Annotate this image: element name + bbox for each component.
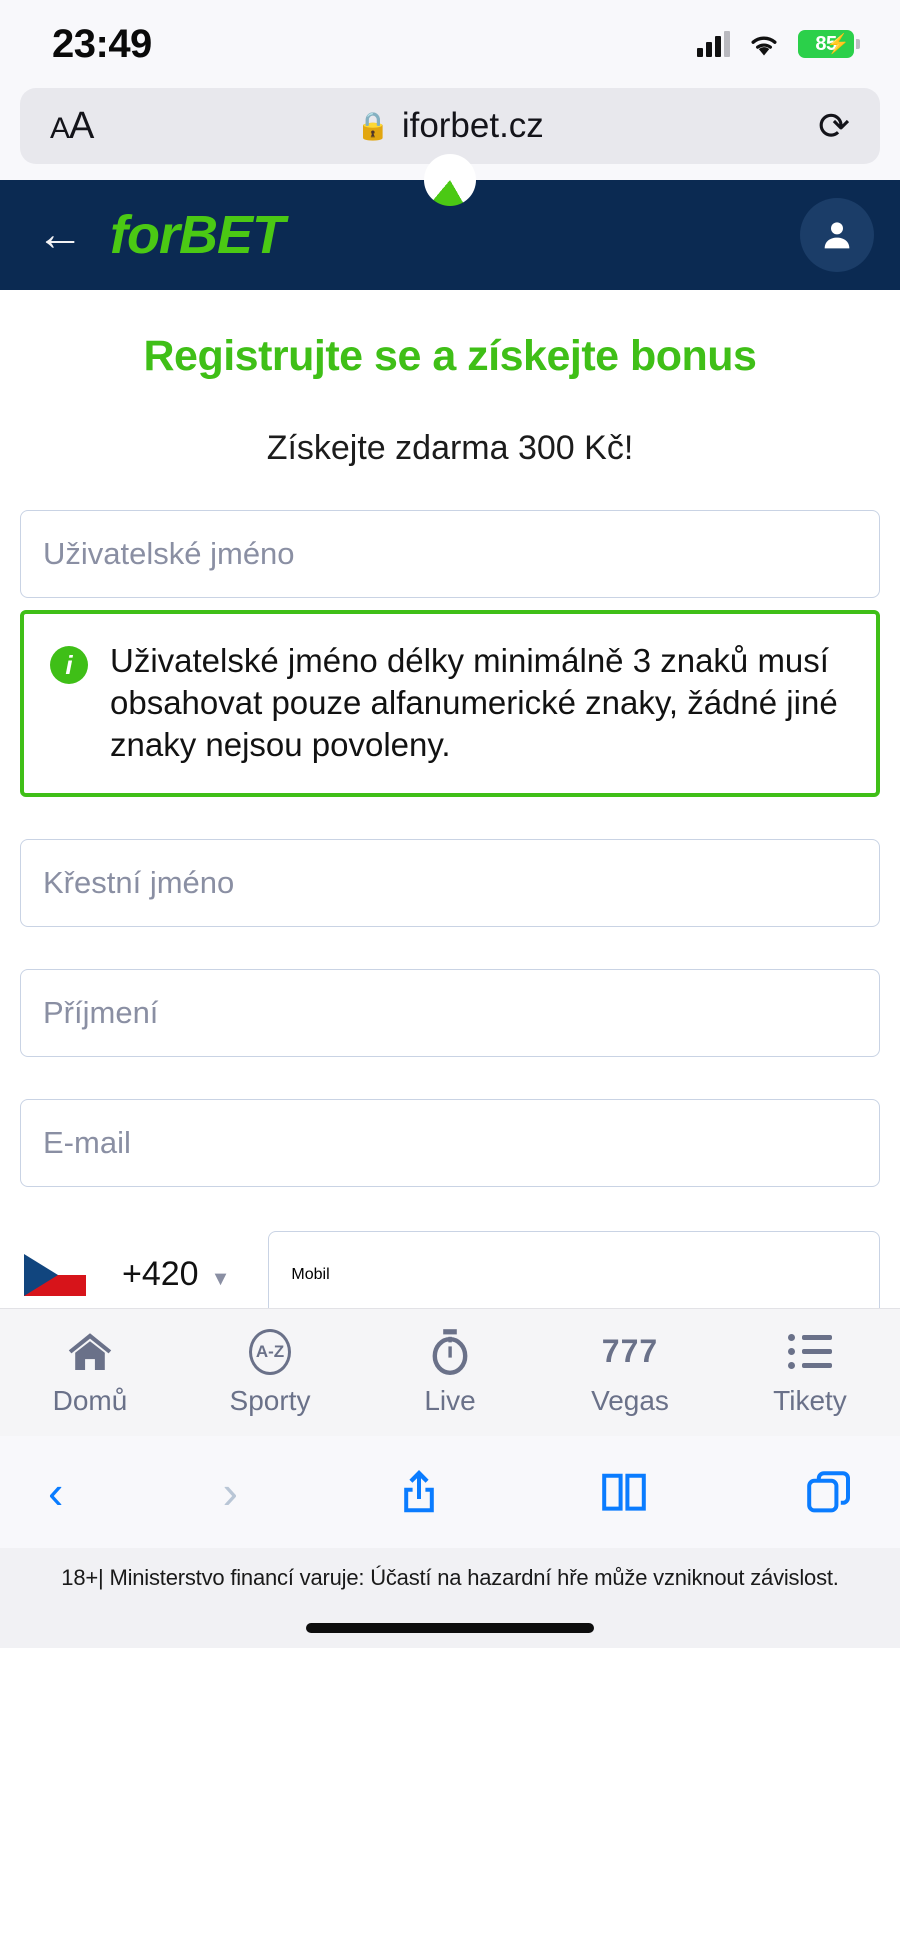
info-icon: i [50, 646, 88, 684]
email-placeholder: E-mail [43, 1124, 131, 1160]
safari-toolbar: ‹ › [0, 1436, 900, 1548]
logo-text-for: for [110, 205, 180, 265]
dial-code-selector[interactable]: +420 ▼ [122, 1255, 230, 1294]
mobile-placeholder: Mobil [291, 1265, 330, 1283]
account-button[interactable] [800, 198, 874, 272]
lightning-bolt-icon: ⚡ [826, 34, 850, 55]
home-indicator[interactable] [306, 1623, 594, 1633]
nav-label-vegas: Vegas [591, 1384, 669, 1416]
battery-indicator: 85 ⚡ [798, 30, 860, 58]
username-field[interactable]: Uživatelské jméno [20, 510, 880, 598]
chevron-down-icon: ▼ [210, 1268, 231, 1291]
username-info-box: i Uživatelské jméno délky minimálně 3 zn… [20, 610, 880, 797]
regulatory-disclaimer: 18+| Ministerstvo financí varuje: Účastí… [0, 1548, 900, 1608]
email-field[interactable]: E-mail [20, 1098, 880, 1187]
lock-icon: 🔒 [356, 111, 390, 141]
home-icon [65, 1329, 115, 1375]
stopwatch-icon [428, 1328, 472, 1375]
book-icon[interactable] [601, 1471, 647, 1513]
url-pill[interactable]: AA 🔒 iforbet.cz ⟳ [20, 88, 880, 164]
share-icon[interactable] [397, 1467, 441, 1517]
page-subtitle: Získejte zdarma 300 Kč! [266, 429, 634, 467]
home-indicator-area [0, 1608, 900, 1648]
username-placeholder: Uživatelské jméno [43, 536, 295, 571]
url-text: iforbet.cz [401, 106, 544, 145]
wifi-icon [751, 36, 777, 55]
nav-item-sporty[interactable]: A-Z Sporty [180, 1328, 360, 1417]
nav-label-sporty: Sporty [229, 1384, 311, 1416]
status-bar-time: 23:49 [52, 21, 152, 66]
url-display[interactable]: 🔒 iforbet.cz [20, 106, 880, 146]
nav-label-live: Live [424, 1384, 476, 1416]
first-name-field[interactable]: Křestní jméno [20, 838, 880, 927]
nav-label-home: Domů [52, 1384, 128, 1416]
nav-label-tikety: Tikety [773, 1384, 847, 1416]
czech-flag-icon [24, 1253, 86, 1296]
dial-code-text: +420 [122, 1255, 199, 1294]
last-name-placeholder: Příjmení [43, 994, 159, 1030]
ios-status-bar: 23:49 85 ⚡ [0, 0, 900, 88]
az-circle-icon: A-Z [249, 1328, 291, 1375]
chevron-left-icon[interactable]: ‹ [48, 1469, 63, 1515]
username-info-text: Uživatelské jméno délky minimálně 3 znak… [110, 642, 838, 764]
registration-page: Registrujte se a získejte bonus Získejte… [0, 290, 900, 1308]
cellular-signal-icon [697, 31, 730, 57]
mobile-field[interactable]: Mobil [268, 1230, 880, 1308]
loading-spinner [424, 154, 476, 206]
last-name-field[interactable]: Příjmení [20, 968, 880, 1057]
nav-item-tikety[interactable]: Tikety [720, 1329, 900, 1417]
nav-item-home[interactable]: Domů [0, 1329, 180, 1417]
forbet-logo[interactable]: forBET [110, 204, 285, 266]
az-icon-text: A-Z [255, 1341, 285, 1361]
app-bottom-nav: Domů A-Z Sporty Live 777 Vegas Tikety [0, 1308, 900, 1436]
person-icon [824, 222, 850, 249]
phone-row: +420 ▼ Mobil [20, 1230, 880, 1308]
chevron-right-icon[interactable]: › [223, 1469, 238, 1515]
list-icon [788, 1329, 832, 1375]
status-bar-indicators: 85 ⚡ [697, 30, 860, 58]
page-title: Registrujte se a získejte bonus [143, 332, 757, 380]
logo-text-bet: BET [178, 205, 285, 265]
tabs-icon[interactable] [806, 1470, 852, 1514]
first-name-placeholder: Křestní jméno [43, 864, 235, 900]
nav-item-vegas[interactable]: 777 Vegas [540, 1329, 720, 1417]
back-arrow-icon[interactable]: ← [28, 211, 92, 259]
nav-item-live[interactable]: Live [360, 1328, 540, 1417]
777-icon: 777 [602, 1329, 658, 1375]
site-header: ← forBET [0, 154, 900, 290]
777-icon-text: 777 [601, 1333, 659, 1369]
